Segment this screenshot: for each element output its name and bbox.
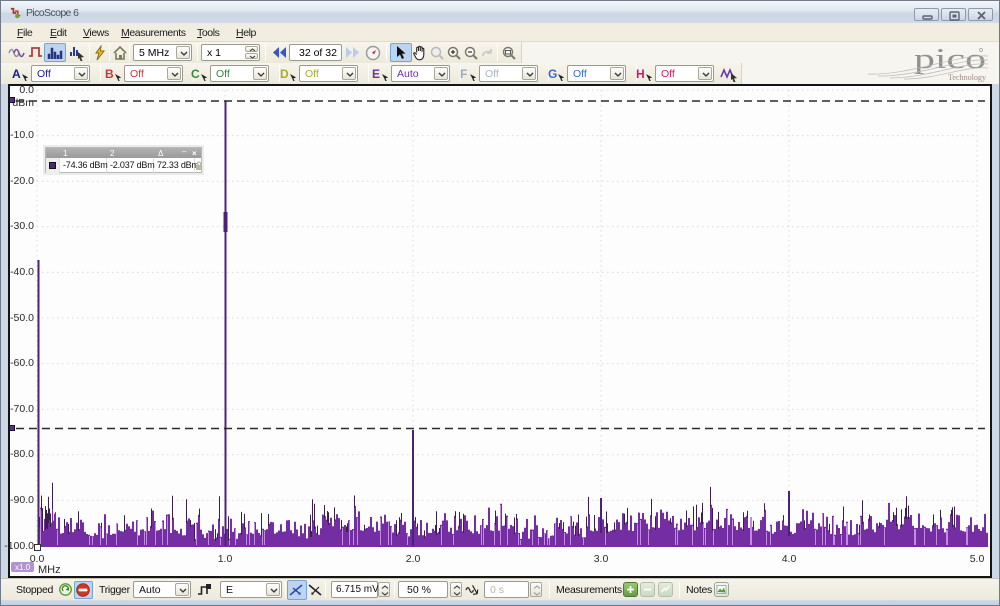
svg-text:Technology: Technology (948, 73, 986, 82)
